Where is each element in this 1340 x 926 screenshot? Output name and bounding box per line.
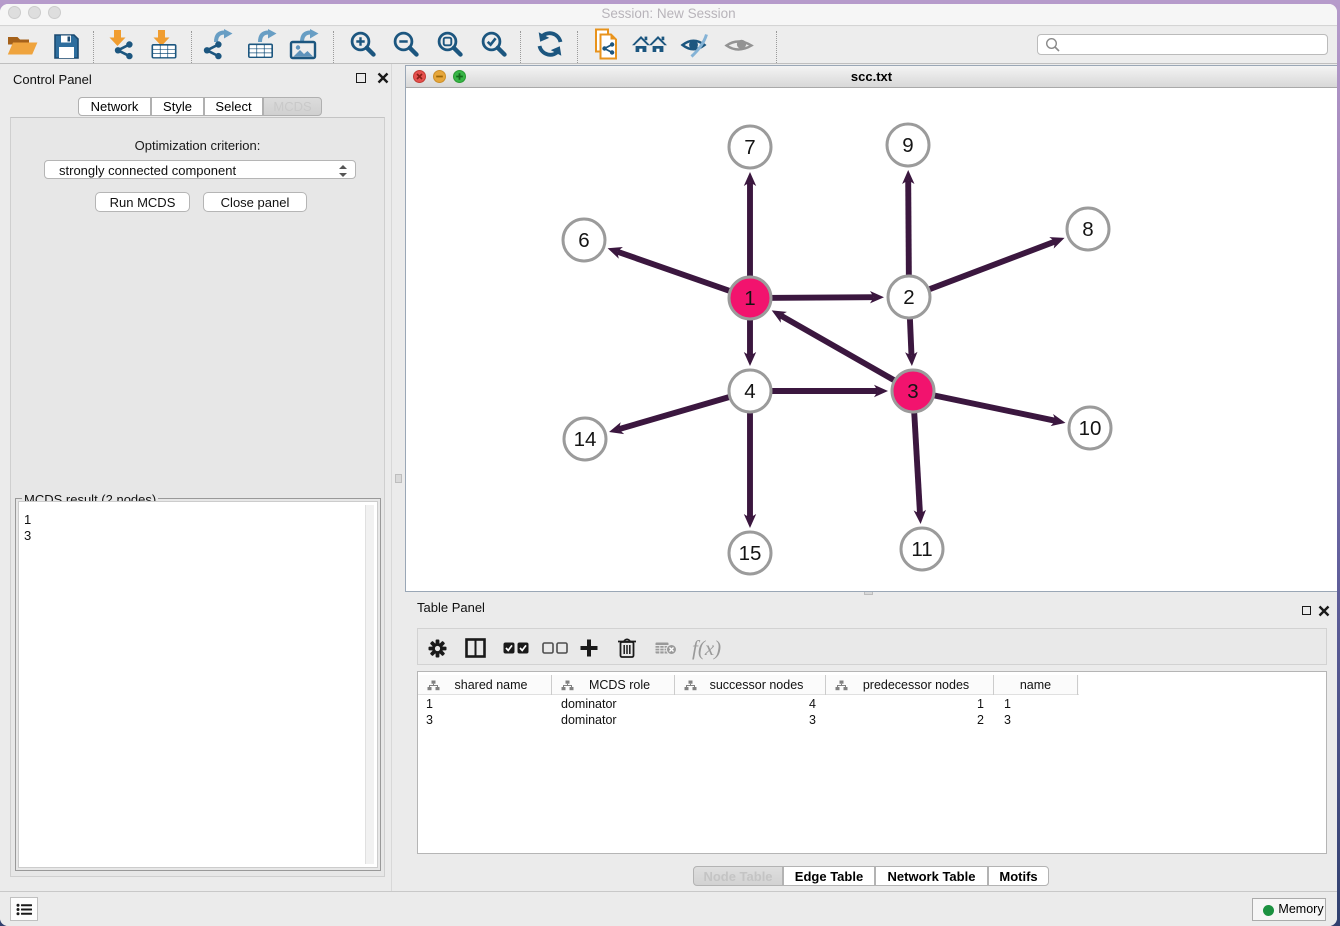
svg-text:15: 15 xyxy=(739,542,762,565)
svg-text:4: 4 xyxy=(744,380,755,403)
svg-text:2: 2 xyxy=(903,286,914,309)
svg-text:3: 3 xyxy=(907,380,918,403)
svg-text:6: 6 xyxy=(578,229,589,252)
svg-text:1: 1 xyxy=(744,287,755,310)
svg-text:14: 14 xyxy=(574,428,597,451)
svg-text:7: 7 xyxy=(744,136,755,159)
svg-text:8: 8 xyxy=(1082,218,1093,241)
svg-text:11: 11 xyxy=(911,538,932,561)
svg-text:9: 9 xyxy=(902,134,913,157)
svg-text:10: 10 xyxy=(1079,417,1102,440)
